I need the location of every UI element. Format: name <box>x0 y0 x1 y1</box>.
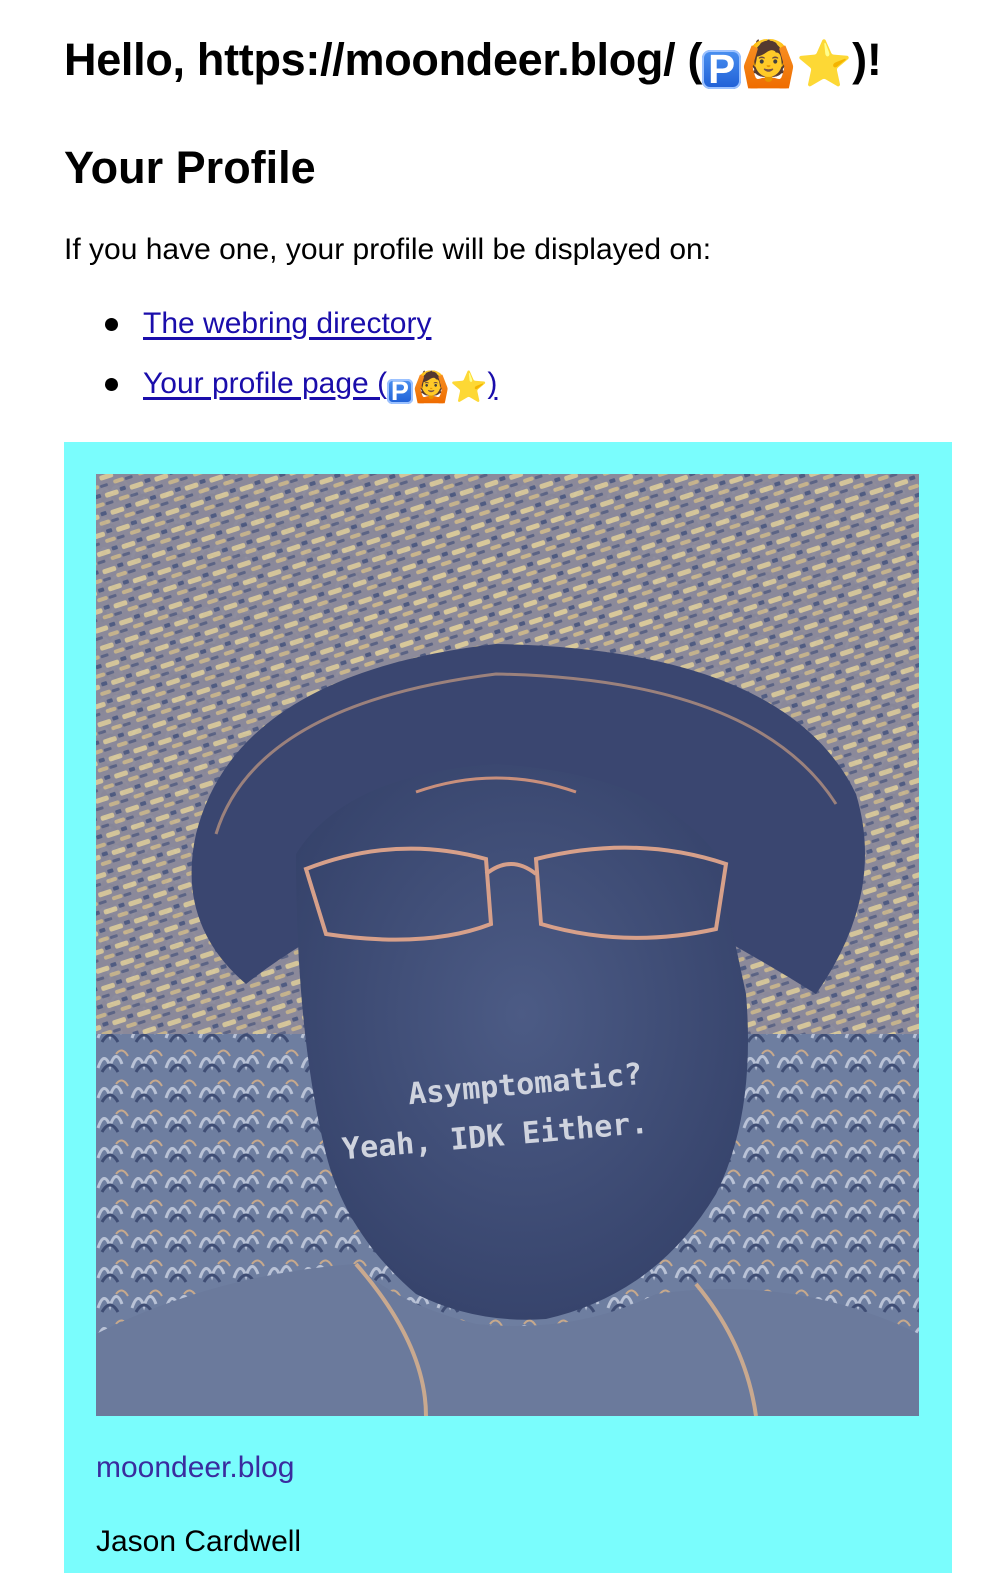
list-item: The webring directory <box>105 304 952 344</box>
profile-page-link-suffix: ) <box>487 367 498 400</box>
page-content: Hello, https://moondeer.blog/ (P 🙆⭐)! You… <box>64 0 952 428</box>
bullet-icon <box>105 318 118 331</box>
bullet-icon <box>105 378 118 391</box>
profile-links-list: The webring directory Your profile page … <box>64 304 952 408</box>
profile-heading: Your Profile <box>64 142 316 193</box>
person-gesturing-ok-icon: 🙆 <box>412 371 451 404</box>
profile-photo-image: Asymptomatic? Yeah, IDK Either. <box>96 474 919 1416</box>
profile-page-link-prefix: Your profile page ( <box>143 367 388 400</box>
person-gesturing-ok-icon: 🙆 <box>740 38 797 89</box>
greeting-prefix: Hello, https://moondeer.blog/ ( <box>64 34 703 85</box>
greeting-suffix: )! <box>852 34 882 85</box>
p-button-icon: P <box>387 368 413 408</box>
profile-card: Asymptomatic? Yeah, IDK Either. moondeer… <box>64 442 952 1573</box>
webring-directory-link[interactable]: The webring directory <box>143 307 431 340</box>
profile-photo: Asymptomatic? Yeah, IDK Either. <box>96 474 919 1416</box>
star-icon: ⭐ <box>450 371 488 404</box>
p-button-icon: P <box>702 34 741 94</box>
star-icon: ⭐ <box>796 38 853 89</box>
greeting-heading: Hello, https://moondeer.blog/ (P 🙆⭐)! <box>64 0 952 94</box>
owner-name: Jason Cardwell <box>96 1525 302 1558</box>
profile-page-link[interactable]: Your profile page (P 🙆⭐) <box>143 367 498 405</box>
list-item: Your profile page (P 🙆⭐) <box>105 364 952 408</box>
profile-intro: If you have one, your profile will be di… <box>64 233 712 266</box>
site-link[interactable]: moondeer.blog <box>96 1448 295 1488</box>
